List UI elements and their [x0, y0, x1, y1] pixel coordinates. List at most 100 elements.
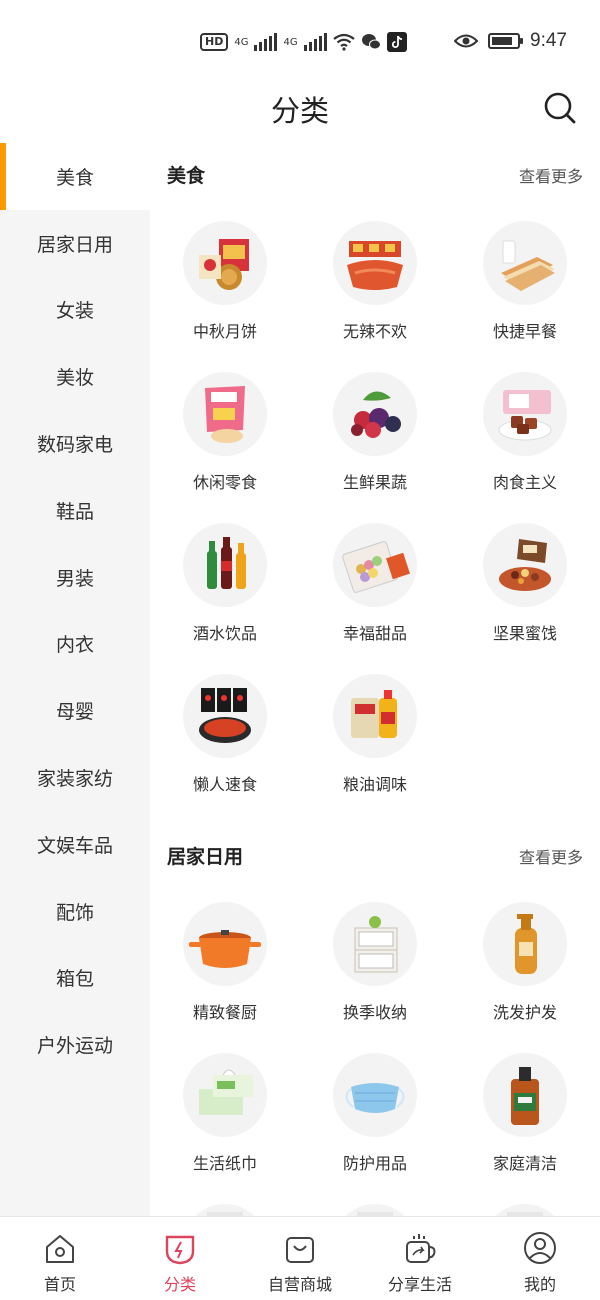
- battery-icon: [488, 33, 524, 49]
- category-tile[interactable]: 防护用品: [300, 1039, 450, 1190]
- category-tile[interactable]: 精致餐厨: [150, 888, 300, 1039]
- sidebar-item[interactable]: 美食: [0, 143, 150, 210]
- eye-icon: [454, 34, 479, 48]
- tab-label: 我的: [523, 1275, 556, 1294]
- sidebar-item-label: 美妆: [55, 367, 94, 390]
- rice-oil-icon: [333, 674, 417, 758]
- share-life-icon: [406, 1234, 436, 1263]
- sidebar-item[interactable]: 户外运动: [0, 1011, 150, 1078]
- sidebar-item-label: 居家日用: [36, 233, 113, 256]
- status-left: HD 4G 4G: [200, 32, 407, 52]
- shopping-bag-icon: [286, 1237, 314, 1263]
- mask-icon: [333, 1053, 417, 1137]
- shampoo-icon: [483, 902, 567, 986]
- view-more-link[interactable]: 查看更多: [519, 844, 583, 868]
- tab-profile[interactable]: 我的: [480, 1217, 600, 1300]
- tab-category[interactable]: 分类: [120, 1217, 240, 1300]
- battery-level: [492, 37, 513, 45]
- sidebar-item[interactable]: 鞋品: [0, 477, 150, 544]
- category-tile-label: 快捷早餐: [492, 322, 557, 341]
- bottles-icon: [183, 523, 267, 607]
- meat-icon: [483, 372, 567, 456]
- sidebar-item[interactable]: 居家日用: [0, 210, 150, 277]
- category-tile[interactable]: 休闲零食: [150, 358, 300, 509]
- sidebar-item[interactable]: 母婴: [0, 677, 150, 744]
- instant-noodle-icon: [183, 674, 267, 758]
- search-button[interactable]: [542, 90, 578, 126]
- status-right: 9:47: [454, 30, 567, 52]
- category-tile[interactable]: 生鲜果蔬: [300, 358, 450, 509]
- tab-shopping-bag[interactable]: 自营商城: [240, 1217, 360, 1300]
- sidebar-item[interactable]: 数码家电: [0, 410, 150, 477]
- category-tile-label: 肉食主义: [492, 473, 557, 492]
- category-tile[interactable]: 粮油调味: [300, 660, 450, 811]
- category-grid: 精致餐厨 换季收纳 洗发护发生活纸巾 防护用品 家庭清洁: [150, 888, 600, 1216]
- category-tile[interactable]: 生活纸巾: [150, 1039, 300, 1190]
- category-tile[interactable]: [450, 1190, 600, 1216]
- category-tile[interactable]: 换季收纳: [300, 888, 450, 1039]
- tab-label: 分享生活: [387, 1275, 452, 1294]
- page-title: 分类: [270, 94, 329, 128]
- tab-label: 自营商城: [267, 1275, 332, 1294]
- hd-badge: HD: [200, 33, 229, 51]
- snack-bag-icon: [183, 372, 267, 456]
- category-content: 美食 查看更多 中秋月饼 无辣不欢 快捷早餐 休闲零食 生鲜果蔬 肉食主义 酒水饮品 幸福甜品 坚果…: [150, 143, 600, 1216]
- sidebar-item[interactable]: 文娱车品: [0, 811, 150, 878]
- category-tile[interactable]: 中秋月饼: [150, 207, 300, 358]
- sim2-network-label: 4G: [283, 36, 298, 48]
- signal-icon: [254, 33, 278, 51]
- category-tile[interactable]: 懒人速食: [150, 660, 300, 811]
- berries-icon: [333, 372, 417, 456]
- category-tile[interactable]: 幸福甜品: [300, 509, 450, 660]
- partial-item-icon: [183, 1204, 267, 1216]
- sidebar-item-label: 家装家纺: [36, 768, 113, 791]
- sidebar-item[interactable]: 内衣: [0, 611, 150, 678]
- tissue-icon: [183, 1053, 267, 1137]
- section-title: 居家日用: [167, 846, 244, 868]
- sidebar-item-label: 箱包: [55, 968, 94, 991]
- section-header: 居家日用 查看更多: [150, 824, 600, 888]
- pot-icon: [183, 902, 267, 986]
- sidebar-item[interactable]: 家装家纺: [0, 744, 150, 811]
- view-more-link[interactable]: 查看更多: [519, 163, 583, 187]
- clock: 9:47: [530, 30, 567, 51]
- storage-box-icon: [333, 902, 417, 986]
- wechat-icon: [361, 34, 381, 50]
- home-icon: [46, 1235, 74, 1263]
- category-sidebar: 美食居家日用女装美妆数码家电鞋品男装内衣母婴家装家纺文娱车品 配饰箱包户外运动: [0, 143, 150, 1216]
- sim1-network-label: 4G: [234, 36, 249, 48]
- category-tile-label: 换季收纳: [342, 1003, 407, 1022]
- tab-home[interactable]: 首页: [0, 1217, 120, 1300]
- sidebar-item[interactable]: 男装: [0, 544, 150, 611]
- category-tile-label: 防护用品: [342, 1154, 407, 1173]
- sidebar-item-label: 母婴: [55, 701, 94, 724]
- mooncake-icon: [183, 221, 267, 305]
- category-tile[interactable]: 快捷早餐: [450, 207, 600, 358]
- category-tile-label: 洗发护发: [492, 1003, 557, 1022]
- sidebar-item[interactable]: 配饰: [0, 878, 150, 945]
- sidebar-item-label: 内衣: [55, 634, 94, 657]
- sidebar-item[interactable]: 女装: [0, 277, 150, 344]
- category-tile[interactable]: [150, 1190, 300, 1216]
- category-tile[interactable]: [300, 1190, 450, 1216]
- wifi-icon: [332, 33, 355, 51]
- sidebar-item[interactable]: 箱包: [0, 945, 150, 1012]
- bottom-tab-bar: 首页 分类 自营商城 分享生活 我的: [0, 1216, 600, 1300]
- category-tile-label: 中秋月饼: [192, 322, 257, 341]
- category-tile[interactable]: 坚果蜜饯: [450, 509, 600, 660]
- category-tile[interactable]: 无辣不欢: [300, 207, 450, 358]
- tab-share-life[interactable]: 分享生活: [360, 1217, 480, 1300]
- category-tile-label: 懒人速食: [192, 775, 257, 794]
- category-tile[interactable]: 酒水饮品: [150, 509, 300, 660]
- sidebar-item[interactable]: 美妆: [0, 343, 150, 410]
- sidebar-item-label: 数码家电: [36, 434, 113, 457]
- sidebar-item-label: 男装: [55, 567, 94, 590]
- category-tile-label: 酒水饮品: [192, 624, 257, 643]
- category-tile-label: 生活纸巾: [192, 1154, 257, 1173]
- category-tile-label: 粮油调味: [342, 775, 407, 794]
- category-tile[interactable]: 洗发护发: [450, 888, 600, 1039]
- category-tile[interactable]: 肉食主义: [450, 358, 600, 509]
- category-tile[interactable]: 家庭清洁: [450, 1039, 600, 1190]
- sidebar-item-label: 女装: [55, 300, 94, 323]
